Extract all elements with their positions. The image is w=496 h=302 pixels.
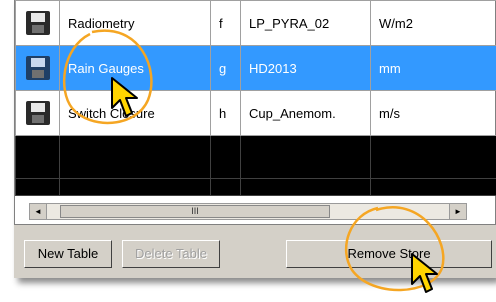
cell-name[interactable]: Radiometry [59, 0, 211, 46]
cell-name[interactable]: Switch Closure [59, 90, 211, 136]
table-row[interactable]: Radiometry f LP_PYRA_02 W/m2 [15, 0, 496, 46]
floppy-disk-icon [25, 56, 50, 80]
floppy-disk-icon [25, 11, 50, 35]
cell-sensor[interactable]: LP_PYRA_02 [240, 0, 371, 46]
scroll-left-arrow-icon[interactable]: ◄ [30, 204, 47, 219]
delete-table-button[interactable]: Delete Table [122, 240, 220, 268]
horizontal-scrollbar[interactable]: ◄ III ► [29, 203, 467, 220]
table-row[interactable]: Switch Closure h Cup_Anemom. m/s [15, 90, 496, 136]
empty-row [15, 178, 496, 196]
cell-unit[interactable]: W/m2 [370, 0, 496, 46]
cell-letter[interactable]: f [210, 0, 241, 46]
remove-store-button[interactable]: Remove Store [286, 240, 492, 268]
table-grid: Radiometry f LP_PYRA_02 W/m2 Rain Gauges… [14, 0, 496, 225]
row-icon-cell[interactable] [15, 90, 60, 136]
cell-unit[interactable]: mm [370, 45, 496, 91]
scrollbar-thumb[interactable]: III [60, 205, 330, 218]
table-row[interactable]: Rain Gauges g HD2013 mm [15, 45, 496, 91]
row-icon-cell[interactable] [15, 45, 60, 91]
new-table-button[interactable]: New Table [24, 240, 112, 268]
cell-name[interactable]: Rain Gauges [59, 45, 211, 91]
scroll-right-arrow-icon[interactable]: ► [449, 204, 466, 219]
store-table: Radiometry f LP_PYRA_02 W/m2 Rain Gauges… [15, 0, 496, 196]
cell-letter[interactable]: g [210, 45, 241, 91]
data-store-window: Radiometry f LP_PYRA_02 W/m2 Rain Gauges… [14, 0, 496, 278]
cell-sensor[interactable]: HD2013 [240, 45, 371, 91]
cell-unit[interactable]: m/s [370, 90, 496, 136]
cell-letter[interactable]: h [210, 90, 241, 136]
floppy-disk-icon [25, 101, 50, 125]
row-icon-cell[interactable] [15, 0, 60, 46]
cell-sensor[interactable]: Cup_Anemom. [240, 90, 371, 136]
empty-row [15, 135, 496, 179]
